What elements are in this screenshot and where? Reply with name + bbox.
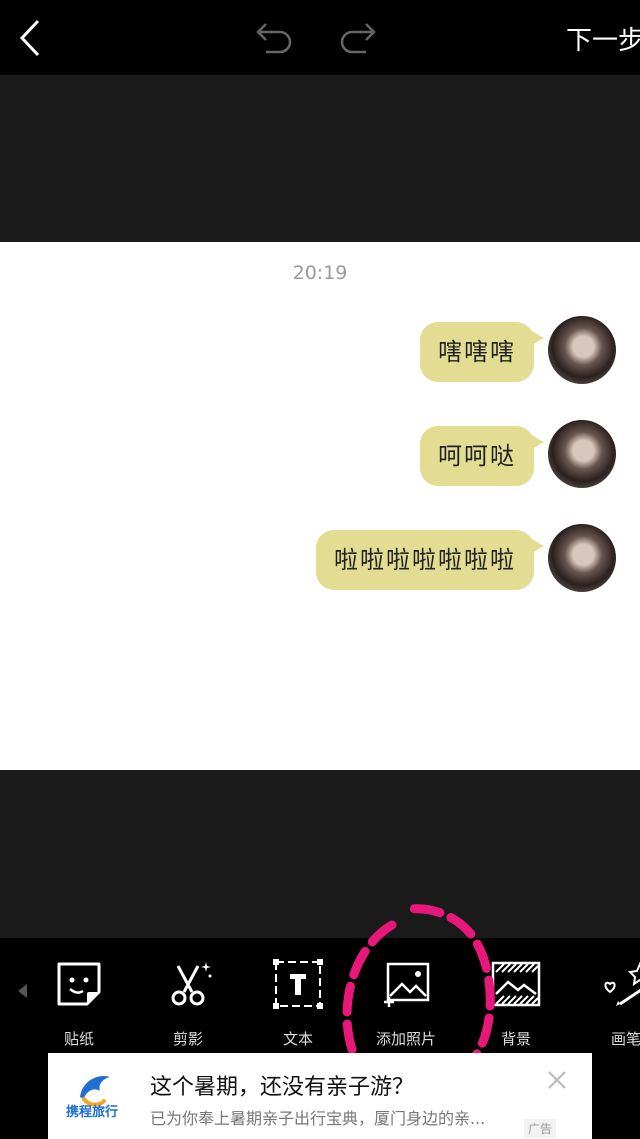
add-photo-icon	[384, 962, 430, 1007]
tool-sticker[interactable]: 贴纸	[29, 958, 129, 1049]
tool-label: 背景	[500, 1030, 531, 1048]
ad-brand: 携程旅行	[65, 1105, 118, 1120]
ad-margin-left	[0, 1053, 48, 1139]
text-icon	[273, 959, 323, 1009]
tool-label: 画笔	[610, 1030, 640, 1048]
scroll-left-icon[interactable]	[18, 984, 27, 998]
tool-brush[interactable]: 画笔	[576, 958, 640, 1049]
tool-cutout[interactable]: 剪影	[138, 958, 238, 1049]
ad-subtitle: 已为你奉上暑期亲子出行宝典，厦门身边的亲...	[150, 1109, 486, 1128]
scissors-icon	[171, 962, 212, 1006]
next-step-button[interactable]: 下一步	[566, 20, 640, 57]
message-bubble: 嗐嗐嗐	[420, 322, 544, 382]
editor-backdrop-top	[0, 75, 640, 242]
tool-add-photo[interactable]: 添加照片	[356, 958, 456, 1049]
chat-timestamp: 20:19	[292, 262, 348, 284]
chat-message: 呵呵哒	[356, 420, 616, 490]
undo-icon[interactable]	[250, 20, 294, 56]
tool-label: 文本	[282, 1030, 313, 1048]
sticker-icon	[57, 962, 101, 1006]
tool-text[interactable]: 文本	[248, 958, 348, 1049]
tool-background[interactable]: 背景	[466, 958, 566, 1049]
tool-bar: 贴纸 剪影 文本 添加照片 背景 画笔	[0, 938, 640, 1053]
tool-label: 贴纸	[63, 1030, 94, 1048]
avatar	[548, 420, 616, 488]
chat-message: 啦啦啦啦啦啦啦	[216, 524, 616, 594]
editor-backdrop-bottom	[0, 770, 640, 938]
chat-message: 嗐嗐嗐	[356, 316, 616, 386]
avatar	[548, 316, 616, 384]
close-icon[interactable]	[546, 1069, 568, 1091]
ad-tag: 广告	[524, 1119, 557, 1138]
back-icon[interactable]	[14, 18, 50, 58]
brush-icon	[604, 961, 640, 1006]
ad-headline: 这个暑期，还没有亲子游？	[150, 1075, 415, 1100]
avatar	[548, 524, 616, 592]
background-icon	[491, 961, 541, 1007]
chat-canvas[interactable]: 20:19 嗐嗐嗐 呵呵哒 啦啦啦啦啦啦啦	[0, 242, 640, 770]
tool-label: 剪影	[172, 1030, 203, 1048]
redo-icon[interactable]	[338, 20, 382, 56]
ad-margin-right	[592, 1053, 640, 1139]
ad-banner[interactable]: 携程旅行 这个暑期，还没有亲子游？ 已为你奉上暑期亲子出行宝典，厦门身边的亲..…	[48, 1053, 592, 1139]
top-bar: 下一步	[0, 0, 640, 75]
message-bubble: 啦啦啦啦啦啦啦	[316, 530, 544, 590]
tool-label: 添加照片	[375, 1030, 436, 1048]
message-bubble: 呵呵哒	[420, 426, 544, 486]
